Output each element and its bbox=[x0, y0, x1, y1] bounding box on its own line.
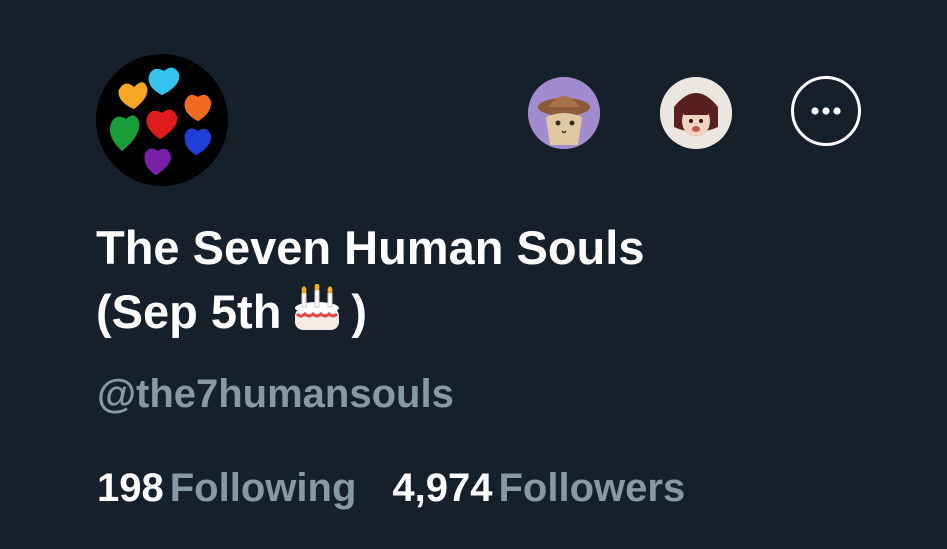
display-name-close: ) bbox=[351, 285, 368, 338]
followers-link[interactable]: 4,974 Followers bbox=[392, 462, 685, 514]
followers-label: Followers bbox=[498, 466, 686, 510]
seven-colored-hearts-icon bbox=[96, 54, 228, 186]
following-link[interactable]: 198 Following bbox=[97, 462, 356, 514]
followed-by-avatar-2[interactable] bbox=[660, 77, 732, 149]
profile-handle: @the7humansouls bbox=[97, 372, 454, 416]
cat-hat-character-avatar bbox=[528, 77, 600, 149]
following-label: Following bbox=[169, 466, 357, 510]
more-button[interactable] bbox=[791, 76, 861, 146]
display-name-text: The Seven Human Souls bbox=[96, 221, 645, 274]
display-name: The Seven Human Souls (Sep 5th ) bbox=[96, 216, 836, 350]
display-name-date: (Sep 5th bbox=[96, 285, 282, 338]
following-count: 198 bbox=[97, 466, 164, 510]
ellipsis-icon bbox=[811, 107, 841, 115]
profile-stats: 198 Following 4,974 Followers bbox=[97, 462, 685, 514]
birthday-cake-icon bbox=[289, 283, 345, 350]
followed-by-avatar-1[interactable] bbox=[528, 77, 600, 149]
followers-count: 4,974 bbox=[392, 466, 493, 510]
profile-avatar[interactable] bbox=[96, 54, 228, 186]
dark-haired-character-avatar bbox=[660, 77, 732, 149]
